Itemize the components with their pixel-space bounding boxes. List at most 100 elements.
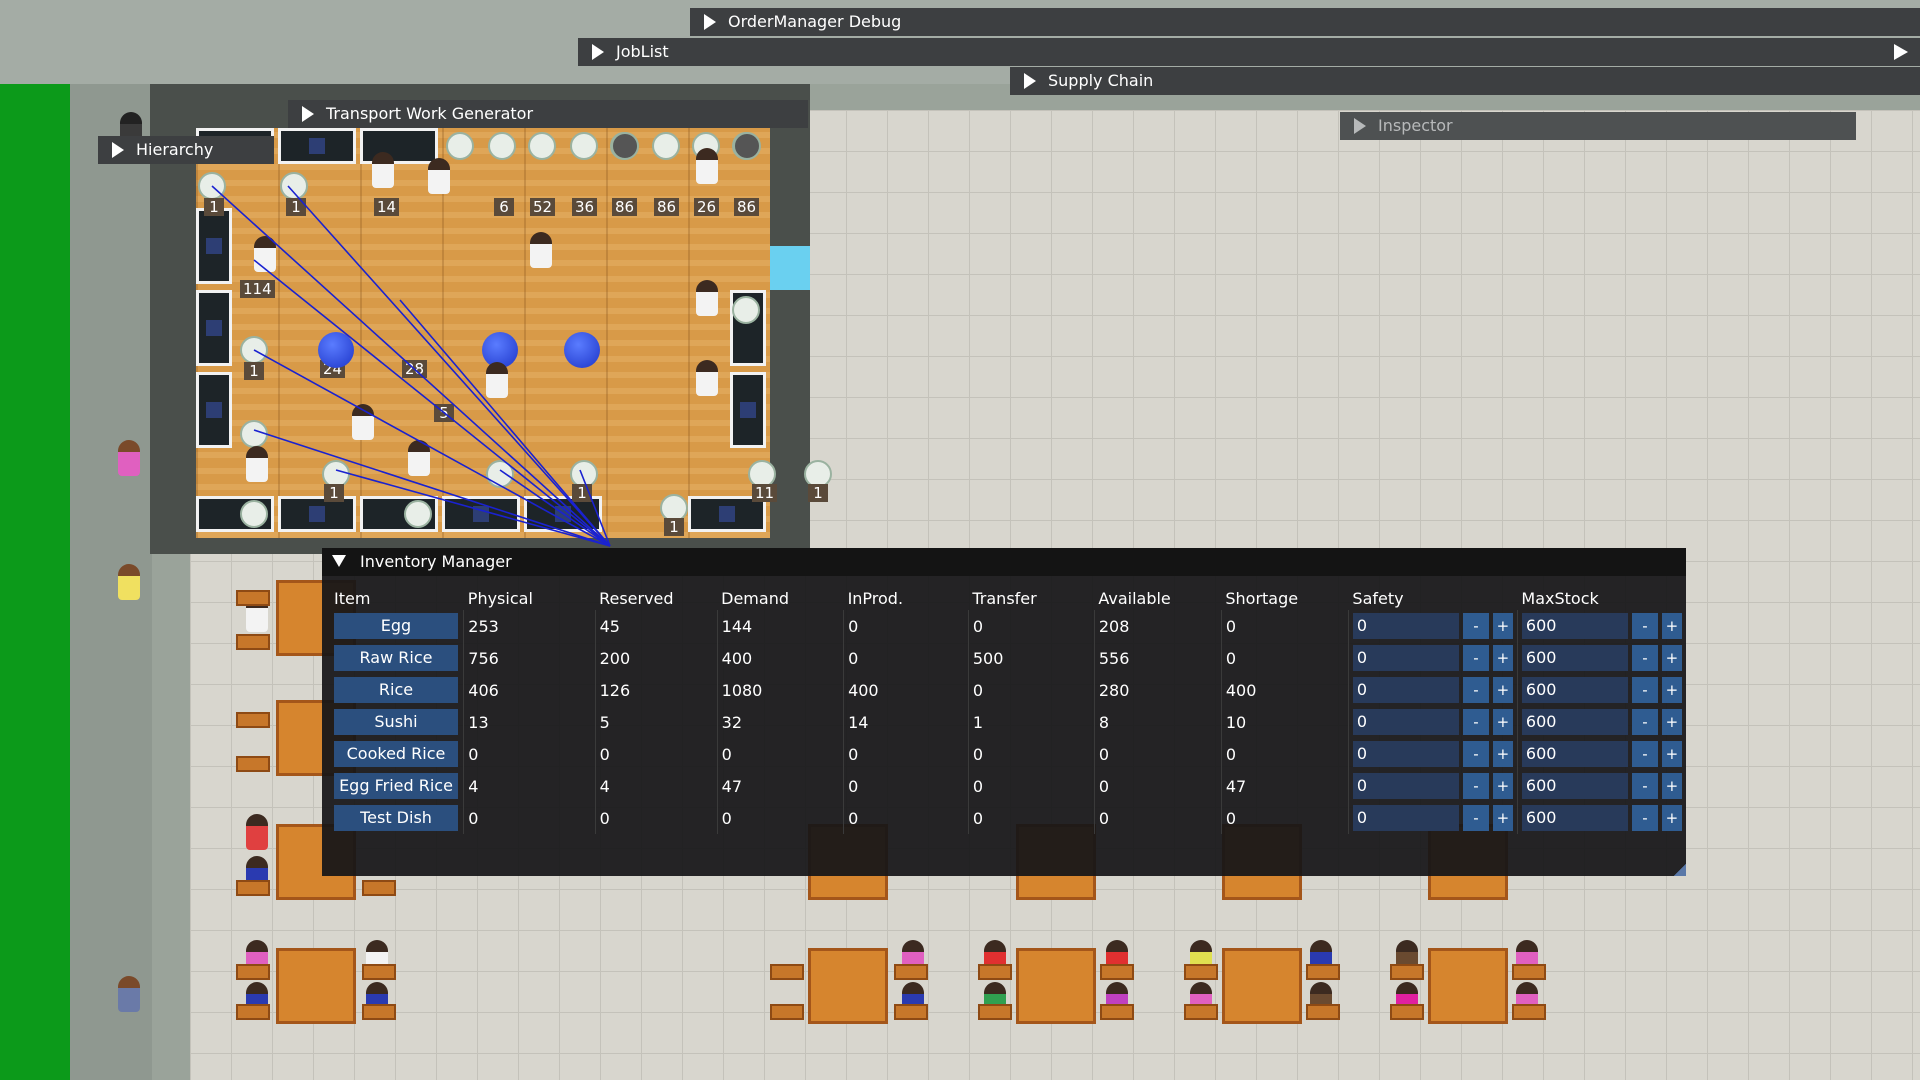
safety-increment-button[interactable]: +	[1492, 645, 1513, 671]
maxstock-input[interactable]: 600	[1521, 741, 1628, 767]
maxstock-input[interactable]: 600	[1521, 613, 1628, 639]
safety-decrement-button[interactable]: -	[1462, 645, 1489, 671]
character	[696, 148, 718, 184]
stack-count: 1	[808, 484, 828, 502]
stack-count: 1	[286, 198, 306, 216]
safety-decrement-button[interactable]: -	[1462, 773, 1489, 799]
collapse-arrow-icon[interactable]	[332, 555, 346, 567]
safety-decrement-button[interactable]: -	[1462, 805, 1489, 831]
maxstock-input[interactable]: 600	[1521, 677, 1628, 703]
character	[118, 976, 140, 1012]
maxstock-input[interactable]: 600	[1521, 773, 1628, 799]
maxstock-decrement-button[interactable]: -	[1631, 613, 1658, 639]
window-transport-work-generator[interactable]: Transport Work Generator	[288, 100, 808, 128]
window-job-list[interactable]: JobList	[578, 38, 1920, 66]
expand-arrow-icon[interactable]	[592, 44, 604, 60]
chair	[1306, 1004, 1340, 1020]
demand-cell: 32	[716, 706, 844, 738]
orb-icon	[564, 332, 600, 368]
column-header: Transfer	[972, 588, 1037, 608]
item-button[interactable]: Rice	[334, 677, 458, 703]
reserved-cell: 5	[594, 706, 718, 738]
dining-table	[1016, 948, 1096, 1024]
column-header: Shortage	[1225, 588, 1299, 608]
safety-input[interactable]: 0	[1352, 773, 1459, 799]
expand-arrow-icon[interactable]	[302, 106, 314, 122]
item-button[interactable]: Egg	[334, 613, 458, 639]
plate-icon	[488, 132, 516, 160]
resize-grip[interactable]	[1674, 864, 1686, 876]
maxstock-decrement-button[interactable]: -	[1631, 645, 1658, 671]
maxstock-increment-button[interactable]: +	[1661, 805, 1682, 831]
safety-increment-button[interactable]: +	[1492, 741, 1513, 767]
safety-input[interactable]: 0	[1352, 709, 1459, 735]
maxstock-cell: 600 - +	[1516, 610, 1686, 642]
safety-input[interactable]: 0	[1352, 741, 1459, 767]
counter	[442, 496, 520, 532]
maxstock-decrement-button[interactable]: -	[1631, 709, 1658, 735]
inprod-cell: 0	[843, 642, 969, 674]
table-row: Sushi 13 5 32 14 1 8 10 0 - + 600 - +	[330, 706, 1686, 738]
maxstock-input[interactable]: 600	[1521, 805, 1628, 831]
stack-count: 5	[434, 404, 454, 422]
maxstock-cell: 600 - +	[1516, 802, 1686, 834]
maxstock-input[interactable]: 600	[1521, 709, 1628, 735]
maxstock-input[interactable]: 600	[1521, 645, 1628, 671]
inventory-manager-header[interactable]: Inventory Manager	[322, 548, 1686, 576]
chair	[1390, 1004, 1424, 1020]
item-button[interactable]: Egg Fried Rice	[334, 773, 458, 799]
maxstock-increment-button[interactable]: +	[1661, 773, 1682, 799]
plate-icon	[240, 336, 268, 364]
safety-decrement-button[interactable]: -	[1462, 677, 1489, 703]
window-hierarchy[interactable]: Hierarchy	[98, 136, 274, 164]
safety-increment-button[interactable]: +	[1492, 677, 1513, 703]
expand-arrow-icon[interactable]	[1024, 73, 1036, 89]
character	[696, 280, 718, 316]
item-button[interactable]: Cooked Rice	[334, 741, 458, 767]
stack-count: 86	[612, 198, 638, 216]
expand-arrow-icon[interactable]	[1354, 118, 1366, 134]
window-inspector[interactable]: Inspector	[1340, 112, 1856, 140]
safety-decrement-button[interactable]: -	[1462, 613, 1489, 639]
safety-decrement-button[interactable]: -	[1462, 709, 1489, 735]
safety-control: 0 - +	[1352, 804, 1513, 832]
shortage-cell: 0	[1220, 802, 1349, 834]
physical-cell: 756	[463, 642, 596, 674]
transfer-cell: 0	[967, 802, 1095, 834]
safety-increment-button[interactable]: +	[1492, 709, 1513, 735]
safety-input[interactable]: 0	[1352, 645, 1459, 671]
column-header: Safety	[1352, 588, 1404, 608]
stack-count: 1	[572, 484, 592, 502]
scroll-right-arrow-icon[interactable]	[1894, 44, 1908, 60]
window-order-manager-debug[interactable]: OrderManager Debug	[690, 8, 1920, 36]
maxstock-increment-button[interactable]: +	[1661, 645, 1682, 671]
item-cell: Rice	[330, 674, 464, 706]
window-supply-chain[interactable]: Supply Chain	[1010, 67, 1920, 95]
demand-cell: 47	[716, 770, 844, 802]
item-button[interactable]: Sushi	[334, 709, 458, 735]
chair	[362, 1004, 396, 1020]
maxstock-increment-button[interactable]: +	[1661, 613, 1682, 639]
maxstock-decrement-button[interactable]: -	[1631, 773, 1658, 799]
maxstock-increment-button[interactable]: +	[1661, 741, 1682, 767]
demand-cell: 1080	[716, 674, 844, 706]
safety-input[interactable]: 0	[1352, 613, 1459, 639]
expand-arrow-icon[interactable]	[704, 14, 716, 30]
item-button[interactable]: Raw Rice	[334, 645, 458, 671]
item-button[interactable]: Test Dish	[334, 805, 458, 831]
safety-decrement-button[interactable]: -	[1462, 741, 1489, 767]
safety-increment-button[interactable]: +	[1492, 613, 1513, 639]
maxstock-decrement-button[interactable]: -	[1631, 741, 1658, 767]
maxstock-increment-button[interactable]: +	[1661, 709, 1682, 735]
safety-increment-button[interactable]: +	[1492, 805, 1513, 831]
maxstock-increment-button[interactable]: +	[1661, 677, 1682, 703]
column-header: MaxStock	[1521, 588, 1599, 608]
counter	[278, 496, 356, 532]
safety-input[interactable]: 0	[1352, 805, 1459, 831]
maxstock-decrement-button[interactable]: -	[1631, 677, 1658, 703]
character	[530, 232, 552, 268]
safety-increment-button[interactable]: +	[1492, 773, 1513, 799]
maxstock-decrement-button[interactable]: -	[1631, 805, 1658, 831]
expand-arrow-icon[interactable]	[112, 142, 124, 158]
safety-input[interactable]: 0	[1352, 677, 1459, 703]
